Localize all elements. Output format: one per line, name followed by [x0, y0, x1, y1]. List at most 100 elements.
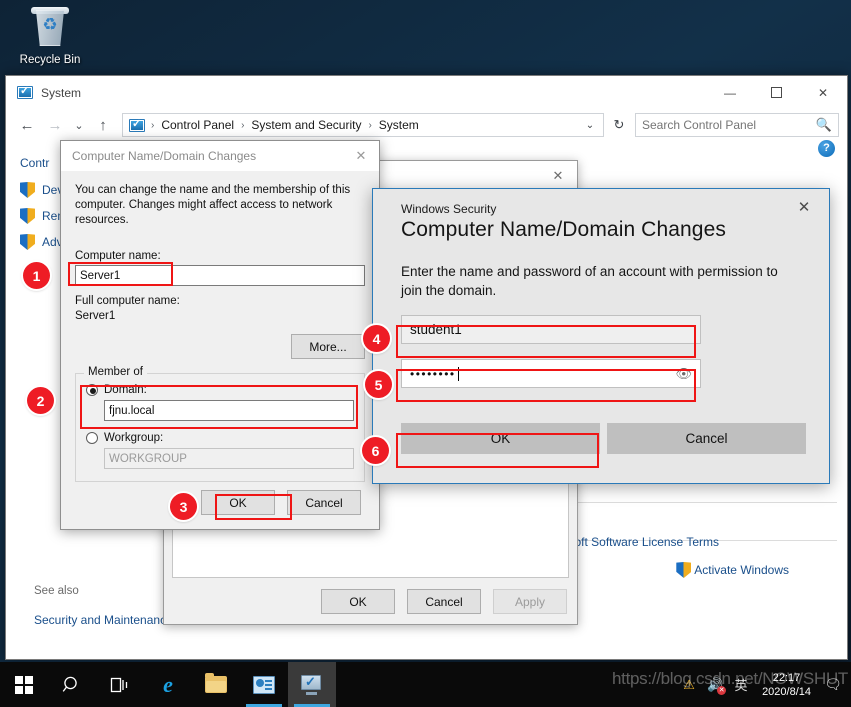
- up-button[interactable]: ↑: [90, 112, 116, 138]
- close-button[interactable]: ✕: [799, 76, 847, 109]
- security-and-maintenance-link[interactable]: Security and Maintenance: [34, 613, 173, 627]
- windows-security-title: Computer Name/Domain Changes: [401, 218, 726, 241]
- system-window-button[interactable]: ✓: [288, 662, 336, 707]
- full-computer-name-label: Full computer name:: [75, 295, 180, 307]
- system-tray: ⚠ 🔊 ✕ 英 22:17 2020/8/14 🗨: [676, 662, 851, 707]
- full-computer-name-value: Server1: [75, 310, 116, 322]
- eye-icon[interactable]: 👁: [675, 366, 692, 382]
- step-badge-5: 5: [365, 371, 392, 398]
- back-button[interactable]: ←: [14, 112, 40, 138]
- folder-icon: [205, 673, 227, 693]
- desktop-icon-recycle-bin[interactable]: ♻ Recycle Bin: [10, 6, 90, 66]
- password-input[interactable]: •••••••• 👁: [401, 359, 701, 388]
- domain-radio-row[interactable]: Domain:: [86, 384, 354, 396]
- cndc-body: You can change the name and the membersh…: [61, 171, 379, 482]
- window-title: System: [41, 85, 82, 100]
- recent-locations-button[interactable]: ⌄: [70, 112, 88, 138]
- search-icon[interactable]: 🔍: [816, 117, 832, 133]
- step-badge-4: 4: [363, 325, 390, 352]
- cndc-button-row: OK Cancel: [201, 490, 361, 515]
- text-caret: [457, 366, 459, 381]
- task-view-icon: [110, 677, 128, 692]
- system-properties-ok-button[interactable]: OK: [321, 589, 395, 614]
- maximize-button[interactable]: [753, 76, 799, 109]
- recycle-bin-label: Recycle Bin: [19, 54, 81, 66]
- help-question-icon[interactable]: ?: [818, 140, 835, 157]
- system-properties-apply-button[interactable]: Apply: [493, 589, 567, 614]
- task-view-button[interactable]: [96, 662, 144, 707]
- system-monitor-icon: ✓: [300, 674, 324, 695]
- windows-security-description: Enter the name and password of an accoun…: [401, 264, 778, 298]
- search-control-panel-box[interactable]: 🔍: [635, 113, 839, 137]
- step-badge-6: 6: [362, 437, 389, 464]
- breadcrumb-item-control-panel[interactable]: Control Panel: [158, 118, 237, 132]
- search-icon: [62, 676, 77, 692]
- shield-icon: [676, 562, 692, 578]
- server-manager-button[interactable]: [240, 662, 288, 707]
- ime-indicator[interactable]: 英: [728, 675, 754, 694]
- domain-radio-label: Domain:: [104, 384, 147, 396]
- server-manager-icon: [253, 675, 275, 694]
- workgroup-input[interactable]: WORKGROUP: [104, 448, 354, 469]
- search-input[interactable]: [642, 118, 816, 132]
- minimize-button[interactable]: —: [707, 76, 753, 109]
- system-properties-buttons: OK Cancel Apply: [321, 589, 567, 614]
- cndc-ok-button[interactable]: OK: [201, 490, 275, 515]
- shield-icon: [20, 182, 35, 198]
- password-value: ••••••••: [410, 366, 456, 381]
- forward-button[interactable]: →: [42, 112, 68, 138]
- notification-icon[interactable]: 🗨: [819, 676, 847, 693]
- taskbar: e ✓ ⚠ 🔊 ✕ 英 22:17 2020/8/14 🗨: [0, 662, 851, 707]
- recycle-bin-icon: ♻: [26, 6, 74, 52]
- start-button[interactable]: [0, 662, 48, 707]
- activate-windows-link[interactable]: Activate Windows: [694, 563, 789, 577]
- breadcrumb-separator-1: ›: [241, 119, 245, 131]
- search-button[interactable]: [48, 662, 96, 707]
- breadcrumb-item-system-and-security[interactable]: System and Security: [248, 118, 364, 132]
- internet-explorer-button[interactable]: e: [144, 662, 192, 707]
- clock-date: 2020/8/14: [762, 685, 811, 698]
- close-icon[interactable]: ✕: [791, 198, 817, 220]
- member-of-group: Member of Domain: fjnu.local Workgroup: …: [75, 366, 365, 482]
- breadcrumb[interactable]: › Control Panel › System and Security › …: [122, 113, 604, 137]
- refresh-icon[interactable]: ↻: [609, 117, 629, 133]
- computer-name-domain-changes-dialog: Computer Name/Domain Changes ✕ You can c…: [60, 140, 380, 530]
- system-properties-cancel-button[interactable]: Cancel: [407, 589, 481, 614]
- breadcrumb-root-icon[interactable]: [129, 117, 145, 132]
- activate-windows-row[interactable]: Activate Windows: [676, 562, 789, 578]
- domain-input[interactable]: fjnu.local: [104, 400, 354, 421]
- workgroup-radio-row[interactable]: Workgroup:: [86, 432, 354, 444]
- breadcrumb-item-system[interactable]: System: [376, 118, 422, 132]
- cndc-title: Computer Name/Domain Changes: [72, 149, 257, 163]
- domain-radio-button[interactable]: [86, 384, 98, 396]
- chevron-down-icon[interactable]: ⌄: [581, 120, 599, 131]
- license-terms-link[interactable]: soft Software License Terms: [568, 535, 719, 549]
- computer-name-label: Computer name:: [75, 250, 161, 262]
- more-button[interactable]: More...: [291, 334, 365, 359]
- windows-security-ok-button[interactable]: OK: [401, 423, 600, 454]
- cndc-cancel-button[interactable]: Cancel: [287, 490, 361, 515]
- breadcrumb-separator-2: ›: [368, 119, 372, 131]
- step-badge-2: 2: [27, 387, 54, 414]
- username-input[interactable]: student1: [401, 315, 701, 344]
- warning-triangle-icon[interactable]: ⚠: [676, 677, 702, 693]
- desktop: ♻ Recycle Bin System — ✕ ← → ⌄ ↑ › Contr…: [0, 0, 851, 707]
- close-icon[interactable]: ✕: [343, 148, 379, 164]
- shield-icon: [20, 208, 35, 224]
- windows-security-dialog: Windows Security ✕ Computer Name/Domain …: [372, 188, 830, 484]
- step-badge-3: 3: [170, 493, 197, 520]
- file-explorer-button[interactable]: [192, 662, 240, 707]
- windows-security-cancel-button[interactable]: Cancel: [607, 423, 806, 454]
- speaker-muted-icon[interactable]: 🔊 ✕: [702, 677, 728, 695]
- member-of-legend: Member of: [84, 366, 147, 378]
- workgroup-radio-label: Workgroup:: [104, 432, 164, 444]
- see-also-label: See also: [34, 585, 79, 597]
- close-icon[interactable]: ✕: [539, 168, 577, 184]
- workgroup-radio-button[interactable]: [86, 432, 98, 444]
- clock-time: 22:17: [772, 671, 801, 684]
- windows-logo-icon: [15, 675, 33, 694]
- window-titlebar: System — ✕: [6, 76, 847, 109]
- breadcrumb-separator-0: ›: [151, 119, 155, 131]
- clock[interactable]: 22:17 2020/8/14: [754, 671, 819, 699]
- computer-name-input[interactable]: Server1: [75, 265, 365, 286]
